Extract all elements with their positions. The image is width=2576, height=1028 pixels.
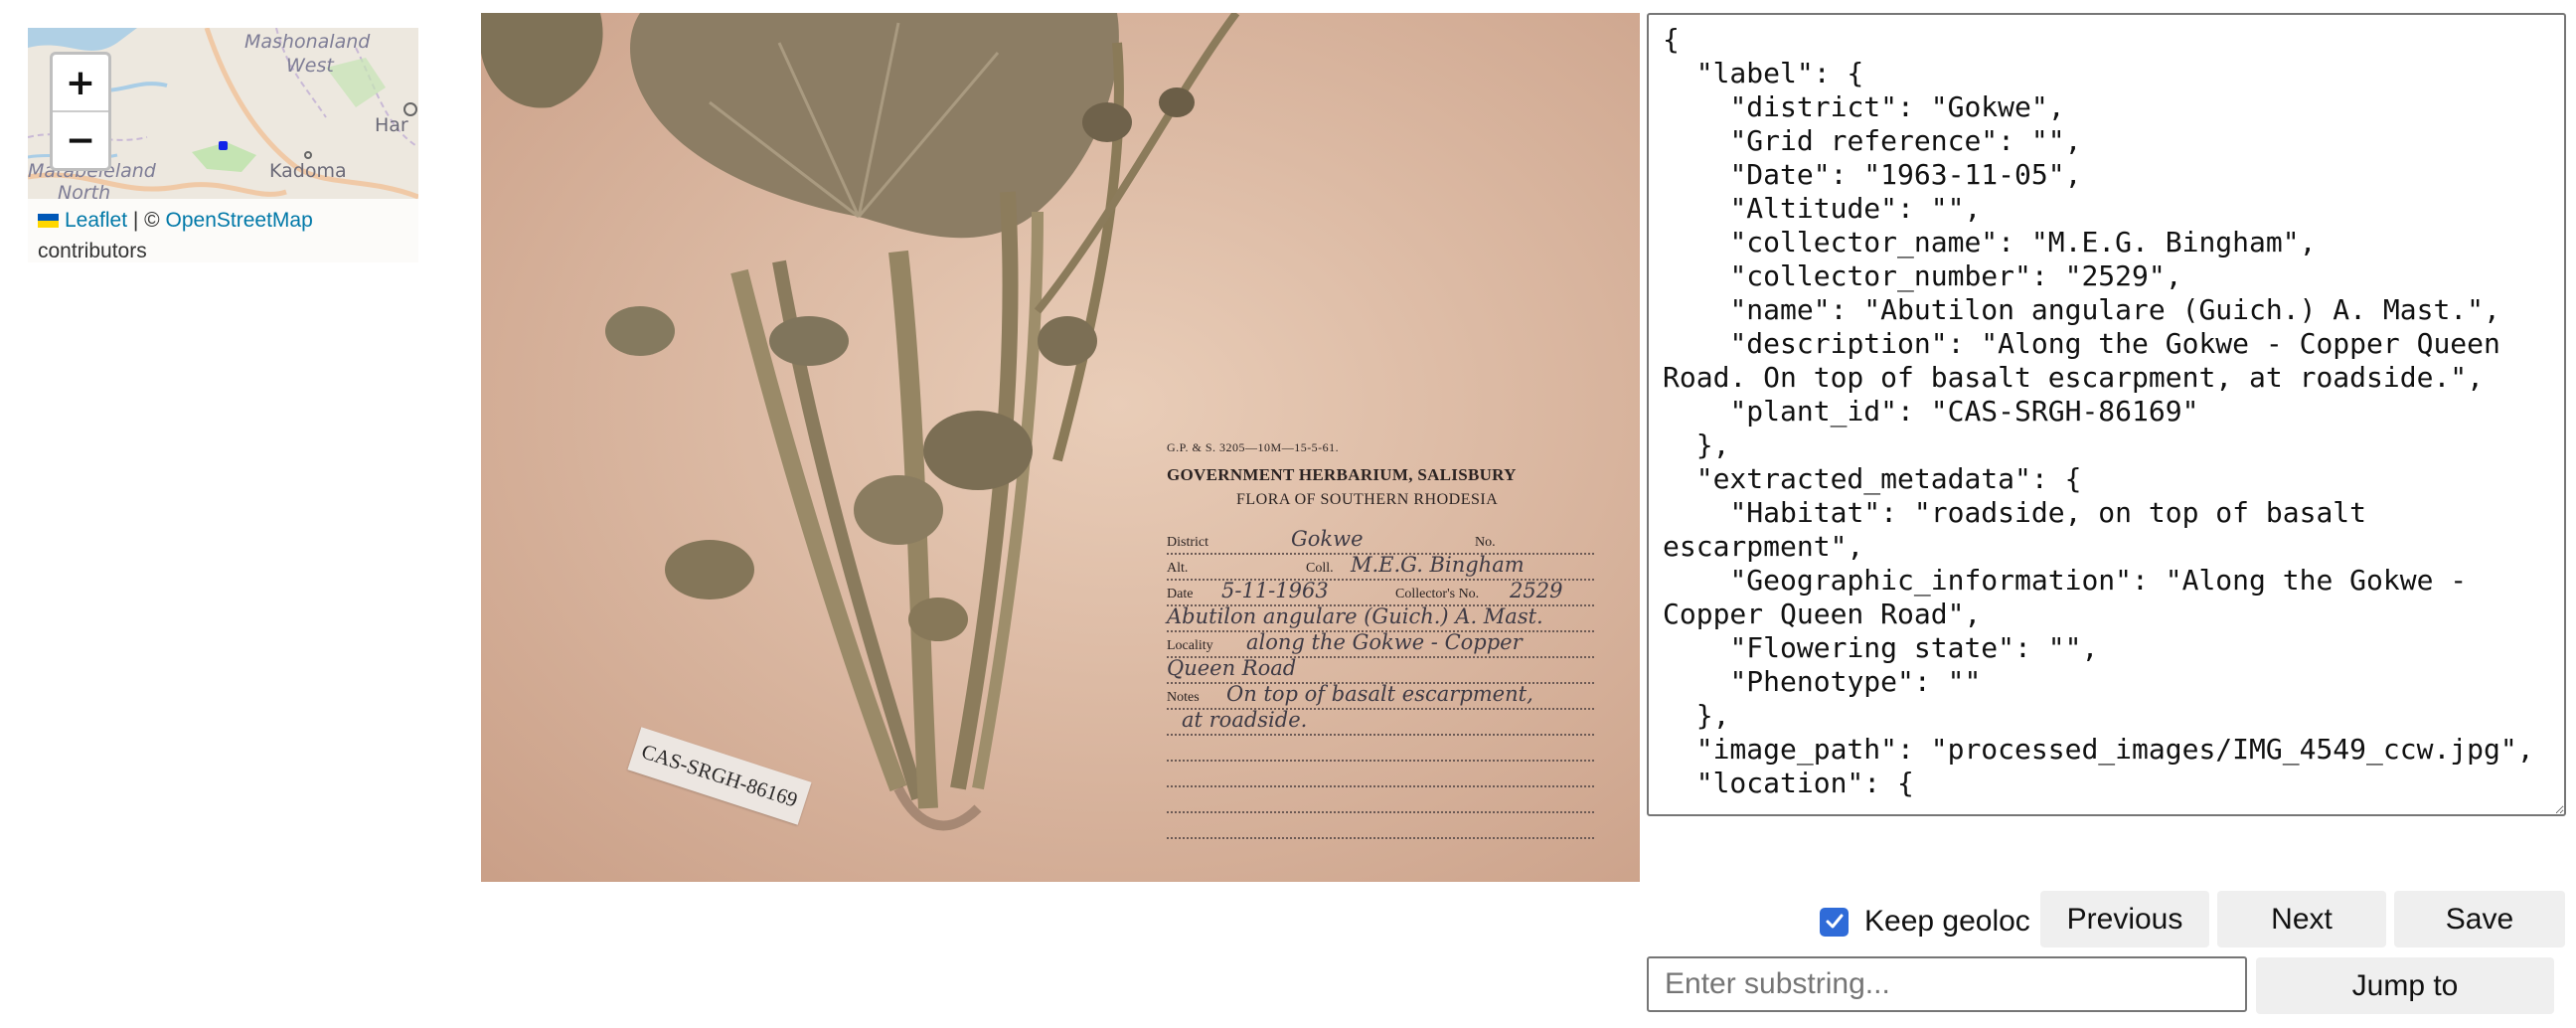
checkmark-icon xyxy=(1826,914,1843,929)
save-button[interactable]: Save xyxy=(2394,891,2565,947)
jump-to-button[interactable]: Jump to xyxy=(2256,957,2554,1014)
notes-value: On top of basalt escarpment, xyxy=(1226,682,1533,706)
map-label-harare: Har xyxy=(375,114,408,136)
district-value: Gokwe xyxy=(1291,527,1364,551)
collector-no-value: 2529 xyxy=(1510,579,1563,602)
previous-button[interactable]: Previous xyxy=(2040,891,2209,947)
district-key: District xyxy=(1167,535,1208,550)
locality-value: along the Gokwe - Copper xyxy=(1246,630,1523,654)
openstreetmap-link[interactable]: OpenStreetMap xyxy=(166,209,313,232)
printer-line: G.P. & S. 3205—10M—15-5-61. xyxy=(1167,440,1340,454)
map[interactable]: Mashonaland West Har Kadoma Matabeleland… xyxy=(28,28,418,262)
keep-geoloc-checkbox[interactable] xyxy=(1820,907,1849,937)
species-name-handwritten: Abutilon angulare (Guich.) A. Mast. xyxy=(1167,604,1543,628)
collector-no-key: Collector's No. xyxy=(1395,587,1480,601)
map-label-kadoma: Kadoma xyxy=(269,160,347,182)
json-editor[interactable] xyxy=(1647,13,2566,816)
attribution-separator: | © xyxy=(127,209,166,232)
date-key: Date xyxy=(1167,587,1194,601)
location-marker[interactable] xyxy=(219,141,228,150)
annotation-app: Mashonaland West Har Kadoma Matabeleland… xyxy=(0,0,2576,1028)
zoom-control: + − xyxy=(50,52,111,171)
map-attribution: Leaflet | © OpenStreetMap contributors xyxy=(28,199,418,262)
notes-key: Notes xyxy=(1167,690,1200,705)
locality-key: Locality xyxy=(1167,638,1213,653)
leaflet-link[interactable]: Leaflet xyxy=(65,209,127,232)
date-value: 5-11-1963 xyxy=(1221,579,1329,602)
notes-value-continued: at roadside. xyxy=(1182,708,1308,732)
locality-value-continued: Queen Road xyxy=(1167,656,1297,680)
attribution-contributors: contributors xyxy=(38,240,147,262)
zoom-out-button[interactable]: − xyxy=(53,110,108,168)
no-key: No. xyxy=(1475,535,1496,550)
zoom-in-button[interactable]: + xyxy=(53,55,108,110)
herbarium-label: G.P. & S. 3205—10M—15-5-61. GOVERNMENT H… xyxy=(1167,440,1604,839)
next-button[interactable]: Next xyxy=(2217,891,2386,947)
alt-key: Alt. xyxy=(1167,561,1189,576)
keep-geoloc-toggle[interactable]: Keep geoloc xyxy=(1820,905,2030,939)
specimen-image: G.P. & S. 3205—10M—15-5-61. GOVERNMENT H… xyxy=(481,13,1640,882)
map-label-west: West xyxy=(286,55,334,77)
institution-name: GOVERNMENT HERBARIUM, SALISBURY xyxy=(1167,465,1517,484)
keep-geoloc-label: Keep geoloc xyxy=(1864,905,2030,938)
coll-value: M.E.G. Bingham xyxy=(1351,553,1525,577)
search-input[interactable] xyxy=(1647,956,2247,1012)
map-label-mashonaland: Mashonaland xyxy=(244,31,371,53)
flora-title: FLORA OF SOUTHERN RHODESIA xyxy=(1236,491,1499,508)
ukraine-flag-icon xyxy=(38,214,59,228)
coll-key: Coll. xyxy=(1306,561,1334,576)
